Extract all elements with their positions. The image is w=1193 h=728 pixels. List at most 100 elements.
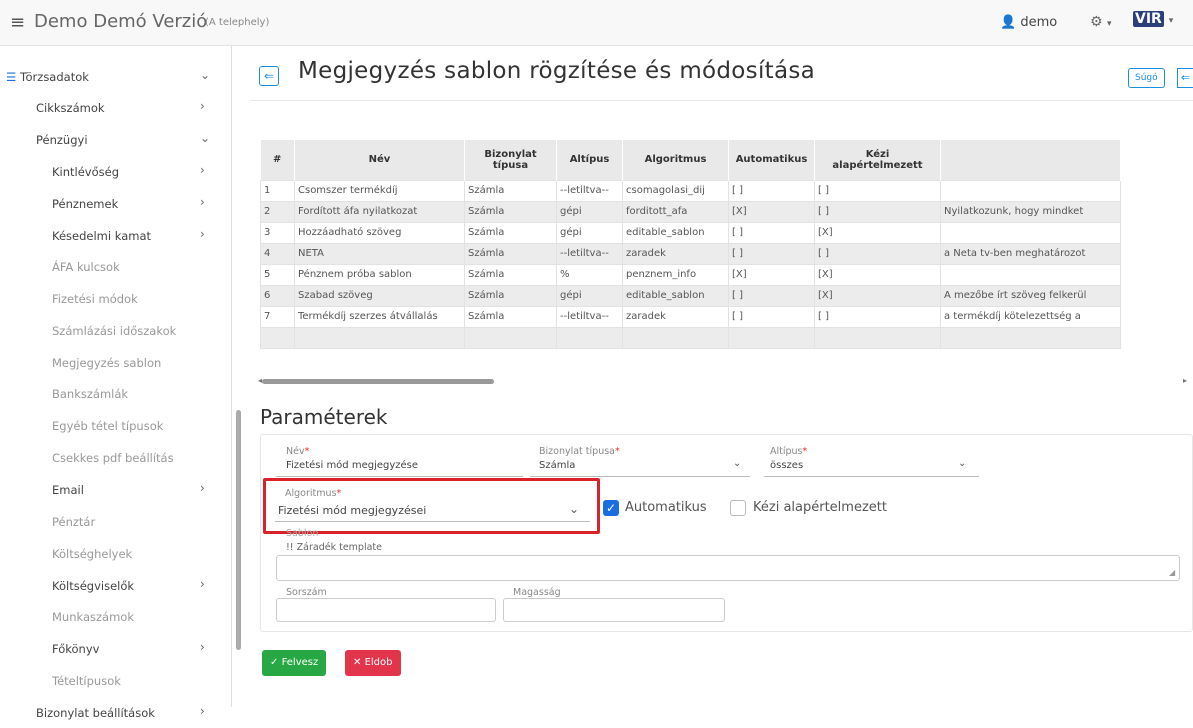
table-row[interactable]: 1 Csomszer termékdíj Számla --letiltva-- cso… [260,179,1121,202]
sidebar-item-label: Csekkes pdf beállítás [52,451,174,465]
sidebar-item[interactable]: Email › [0,475,232,505]
table-cell: NETA [294,242,465,265]
logo[interactable]: VIR ▾ [1133,11,1173,27]
table-row[interactable]: 7 Termékdíj szerzes átvállalás Számla --let… [260,305,1121,328]
sidebar-item-label: Főkönyv [52,642,100,656]
sidebar-item[interactable]: Késedelmi kamat › [0,221,232,251]
table-cell: 3 [260,221,295,244]
sidebar-item[interactable]: Munkaszámok [0,602,232,632]
sidebar-item[interactable]: Kintlévőség › [0,157,232,187]
sidebar-item[interactable]: Cikkszámok › [0,93,232,123]
table-cell: Termékdíj szerzes átvállalás [294,305,465,328]
table-row[interactable]: 5 Pénznem próba sablon Számla% penznem_info… [260,263,1121,286]
magassag-input[interactable] [503,598,725,622]
bizonylat-underline [530,476,750,477]
chevron-icon: › [200,99,205,113]
table-cell: [ ] [728,242,815,265]
column-header[interactable]: Név [294,140,465,180]
automatikus-checkbox[interactable]: ✓ [603,500,619,516]
table-cell: Hozzáadható szöveg [294,221,465,244]
table-cell: Számla [464,179,557,202]
sidebar-item[interactable]: ÁFA kulcsok [0,252,232,282]
sidebar-item-label: Megjegyzés sablon [52,356,162,370]
column-header[interactable]: Kézi alapértelmezett [814,140,941,180]
column-header[interactable]: Algoritmus [622,140,729,180]
table-cell: [X] [814,263,941,286]
sablon-label: Sablon [286,528,319,539]
save-button[interactable]: ✓ Felvesz [262,650,327,676]
sidebar-item[interactable]: Pénznemek › [0,189,232,219]
settings-menu[interactable]: ⚙ ▾ [1090,14,1112,30]
sidebar-item[interactable]: Bankszámlák [0,379,232,409]
sidebar-item[interactable]: Csekkes pdf beállítás [0,443,232,473]
chevron-icon: › [200,704,205,718]
resize-handle-icon[interactable]: ◢ [1169,568,1175,577]
table-cell: Számla [464,200,557,223]
user-menu[interactable]: 👤 demo [1000,15,1057,30]
sidebar-item[interactable]: Főkönyv › [0,634,232,664]
sidebar-item[interactable]: Megjegyzés sablon [0,348,232,378]
table-h-scrollbar[interactable] [262,379,494,384]
column-header[interactable]: Altípus [556,140,623,180]
magassag-label: Magasság [513,587,561,598]
chevron-icon: › [200,195,205,209]
sidebar-item[interactable]: Tételtípusok [0,666,232,696]
sidebar-item[interactable]: Pénzügyi ⌄ [0,125,232,155]
sidebar-item-label: Törzsadatok [20,70,89,84]
back-button[interactable]: ⇐ [259,66,279,86]
sidebar-item[interactable]: Költséghelyek [0,539,232,569]
sidebar-item[interactable]: Számlázási időszakok [0,316,232,346]
sablon-textarea[interactable] [276,555,1180,581]
table-cell: gépi [556,284,623,307]
chevron-down-icon: ⌄ [733,458,742,469]
column-header[interactable]: # [260,140,295,180]
altipus-select[interactable]: összes [770,460,803,471]
bizonylat-select[interactable]: Számla [539,460,575,471]
kezi-label: Kézi alapértelmezett [753,500,887,515]
menu-icon[interactable]: ≡ [10,12,25,33]
table-cell: Számla [464,263,557,286]
header-back-button[interactable]: ⇐ [1177,68,1193,88]
column-header[interactable] [940,140,1121,180]
table-cell [622,326,729,349]
save-button-label: Felvesz [281,657,319,668]
sidebar-item[interactable]: Fizetési módok [0,284,232,314]
kezi-checkbox[interactable] [730,500,746,516]
sidebar-item-label: Pénztár [52,515,96,529]
table-cell: gépi [556,200,623,223]
sidebar-item[interactable]: Pénztár [0,507,232,537]
table-row[interactable]: 6 Szabad szöveg Számla gépi editable_sablon[… [260,284,1121,307]
column-header[interactable]: Automatikus [728,140,815,180]
sorszam-input[interactable] [276,598,496,622]
table-row[interactable] [260,326,1121,349]
table-cell: [X] [728,200,815,223]
help-button[interactable]: Súgó [1128,68,1165,88]
sidebar-item-label: ÁFA kulcsok [52,260,120,274]
table-cell: [ ] [814,179,941,202]
table-row[interactable]: 4 NETA Számla --letiltva-- zaradek[ ][ ] a Ne… [260,242,1121,265]
column-header[interactable]: Bizonylat típusa [464,140,557,180]
sidebar-item[interactable]: ☰ Törzsadatok ⌄ [0,62,232,92]
check-icon: ✓ [270,657,279,668]
chevron-icon: › [200,577,205,591]
close-icon: ✕ [353,657,362,668]
table-row[interactable]: 2 Fordított áfa nyilatkozat Számla gépi ford… [260,200,1121,223]
site-label: (A telephely) [205,17,270,28]
table-cell [294,326,465,349]
altipus-label: Altípus* [770,446,808,457]
cancel-button[interactable]: ✕ Eldob [345,650,401,676]
table-cell: [ ] [728,179,815,202]
table-cell: --letiltva-- [556,242,623,265]
table-row[interactable]: 3 Hozzáadható szöveg Számla gépi editable_sa… [260,221,1121,244]
nev-input[interactable]: Fizetési mód megjegyzése [286,460,418,471]
chevron-icon: › [200,163,205,177]
scroll-right-icon[interactable]: ▸ [1183,376,1187,385]
app-title[interactable]: Demo Demó Verzió [34,11,207,32]
table-cell: [ ] [814,305,941,328]
sidebar-scrollbar[interactable] [236,410,241,650]
sidebar-item[interactable]: Egyéb tétel típusok [0,411,232,441]
table-cell: [ ] [814,200,941,223]
sidebar-item[interactable]: Bizonylat beállítások › [0,698,232,728]
arrow-left-icon: ⇐ [263,69,275,83]
sidebar-item[interactable]: Költségviselők › [0,571,232,601]
